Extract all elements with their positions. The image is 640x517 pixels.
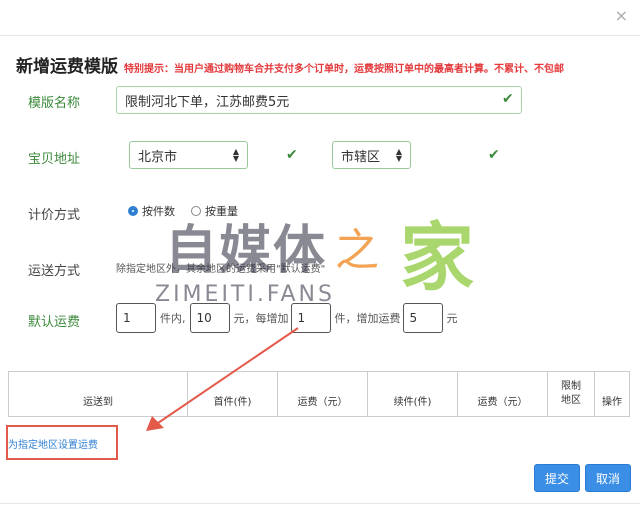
pricing-radio-by-weight[interactable]: 按重量 xyxy=(191,203,238,219)
default-fee-row: 1 件内, 10 元，每增加 1 件，增加运费 5 元 xyxy=(116,303,458,333)
close-icon[interactable]: × xyxy=(615,8,628,24)
header-divider xyxy=(0,35,640,36)
template-name-check-icon: ✔ xyxy=(502,91,514,107)
fee-text: 件内, xyxy=(160,312,186,325)
pricing-label: 计价方式 xyxy=(28,208,81,223)
add-count-input[interactable]: 1 xyxy=(290,303,331,333)
watermark-text: 之 xyxy=(335,225,379,276)
district-check-icon: ✔ xyxy=(488,147,500,163)
footer-divider xyxy=(0,503,640,504)
template-name-input[interactable]: 限制河北下单，江苏邮费5元 xyxy=(116,86,522,114)
cancel-button[interactable]: 取消 xyxy=(585,464,631,492)
radio-unchecked-icon xyxy=(191,206,201,216)
radio-checked-icon xyxy=(128,206,138,216)
col-destination: 运送到 xyxy=(8,371,188,417)
first-count-input[interactable]: 1 xyxy=(116,303,156,333)
col-restricted-label: 限制地区 xyxy=(561,381,581,406)
shipping-note: 除指定地区外，其余地区的运费采用"默认运费" xyxy=(116,264,326,275)
shipping-label: 运送方式 xyxy=(28,264,81,279)
col-first-count: 首件(件) xyxy=(187,371,278,417)
province-check-icon: ✔ xyxy=(286,147,298,163)
region-fee-table: 运送到 首件(件) 运费（元） 续件(件) 运费（元） 限制地区 操作 xyxy=(8,371,630,417)
submit-button[interactable]: 提交 xyxy=(534,464,580,492)
fee-text: 件，增加运费 xyxy=(334,312,401,325)
origin-label: 宝贝地址 xyxy=(28,152,81,167)
special-hint: 特别提示：当用户通过购物车合并支付多个订单时，运费按照订单中的最高者计算。不累计… xyxy=(124,64,564,75)
add-fee-input[interactable]: 5 xyxy=(402,303,443,333)
pricing-radio-group: 按件数 按重量 xyxy=(128,203,238,219)
default-fee-label: 默认运费 xyxy=(28,315,81,330)
district-select[interactable]: 市辖区 ▲ ▼ xyxy=(332,141,411,169)
pricing-radio-by-count[interactable]: 按件数 xyxy=(128,203,175,219)
select-arrows-icon: ▲ ▼ xyxy=(395,147,402,163)
province-value: 北京市 xyxy=(138,149,178,165)
template-name-label: 模版名称 xyxy=(28,96,81,111)
col-first-fee: 运费（元） xyxy=(277,371,368,417)
select-arrows-icon: ▲ ▼ xyxy=(232,147,239,163)
set-region-fee-link[interactable]: 为指定地区设置运费 xyxy=(8,436,98,451)
fee-text: 元，每增加 xyxy=(233,312,289,325)
dialog-title: 新增运费模版 xyxy=(16,57,118,77)
col-add-fee: 运费（元） xyxy=(457,371,548,417)
table-header-row: 运送到 首件(件) 运费（元） 续件(件) 运费（元） 限制地区 操作 xyxy=(8,371,630,417)
template-name-value: 限制河北下单，江苏邮费5元 xyxy=(125,94,290,110)
watermark-text: 家 xyxy=(400,215,474,301)
watermark-logo: 自媒体 之 家 ZIMEITI.FANS xyxy=(155,208,505,308)
province-select[interactable]: 北京市 ▲ ▼ xyxy=(129,141,248,169)
col-add-count: 续件(件) xyxy=(367,371,458,417)
fee-text: 元 xyxy=(446,312,458,325)
dialog-header: 新增运费模版 特别提示：当用户通过购物车合并支付多个订单时，运费按照订单中的最高… xyxy=(16,52,564,77)
col-actions: 操作 xyxy=(594,371,630,417)
first-fee-input[interactable]: 10 xyxy=(189,303,230,333)
pricing-option-label: 按重量 xyxy=(205,205,238,218)
district-value: 市辖区 xyxy=(341,149,381,165)
col-restricted: 限制地区 xyxy=(547,371,595,417)
pricing-option-label: 按件数 xyxy=(142,205,175,218)
